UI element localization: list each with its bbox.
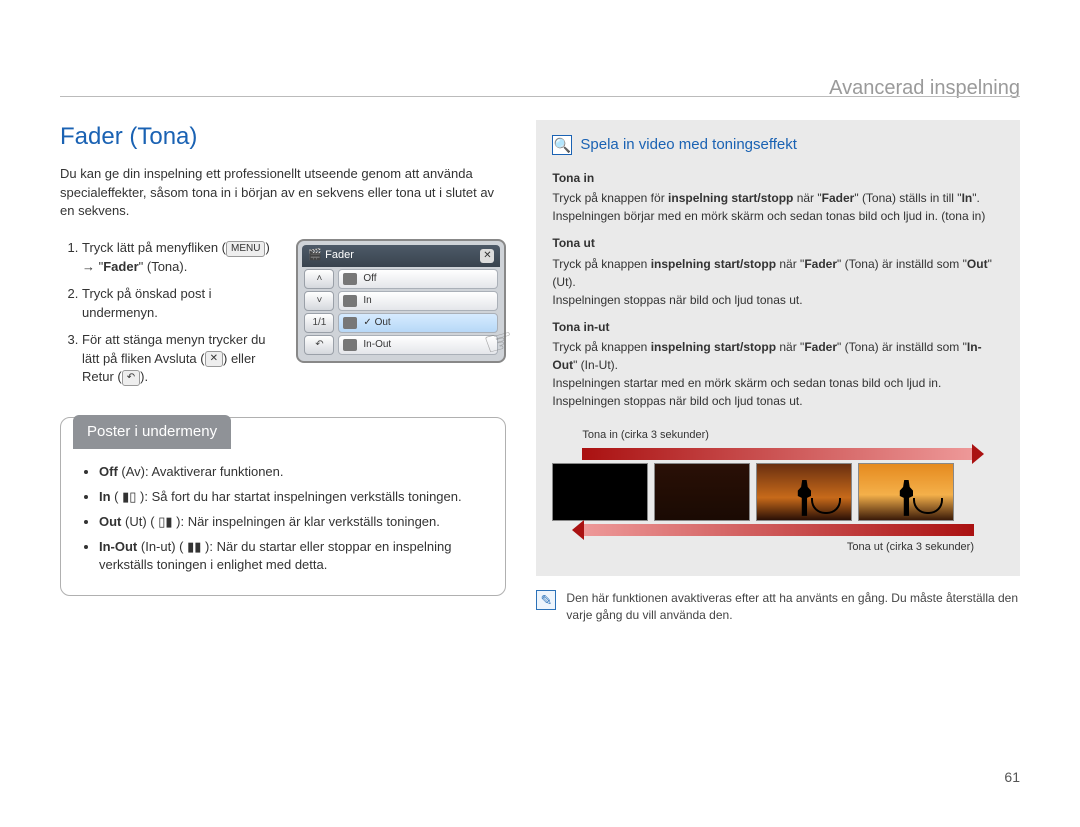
t: Fader: [822, 191, 855, 205]
section-title: Avancerad inspelning: [829, 74, 1020, 103]
submenu-io-text1: (In-ut) ( ▮▮ ):: [137, 539, 216, 554]
ui-title-text: Fader: [325, 249, 354, 261]
submenu-box: Poster i undermeny Off (Av): Avaktiverar…: [60, 417, 506, 596]
t: " (Tona) ställs in till ": [854, 191, 961, 205]
ui-back-button[interactable]: ↶: [304, 335, 334, 355]
submenu-in-text: ( ▮▯ ): Så fort du har startat inspelnin…: [111, 489, 462, 504]
magnifier-icon: 🔍: [552, 135, 572, 155]
t: inspelning start/stopp: [651, 257, 776, 271]
submenu-item-off: Off (Av): Avaktiverar funktionen.: [99, 463, 487, 482]
step-1-text-a: Tryck lätt på menyfliken (: [82, 240, 226, 255]
tona-io-text: Tryck på knappen inspelning start/stopp …: [552, 338, 1004, 374]
submenu-in-bold: In: [99, 489, 111, 504]
camera-menu-screenshot: 🎬 Fader ✕ ˄ ˅ 1/1 ↶ Off In ✓: [296, 239, 506, 363]
t: Tryck på knappen för: [552, 191, 668, 205]
t: Fader: [804, 257, 837, 271]
t: " (Tona) är inställd som ": [837, 257, 967, 271]
intro-text: Du kan ge din inspelning ett professione…: [60, 165, 506, 222]
ui-title: 🎬 Fader: [308, 248, 354, 264]
fade-diagram: Tona in (cirka 3 sekunder) Tona ut (cirk…: [552, 428, 1004, 556]
fade-out-arrow: [582, 524, 974, 536]
t: när ": [793, 191, 821, 205]
tona-ut-text: Tryck på knappen inspelning start/stopp …: [552, 255, 1004, 291]
t: när ": [776, 257, 804, 271]
t: " (Tona) är inställd som ": [837, 340, 967, 354]
t: inspelning start/stopp: [668, 191, 793, 205]
tona-in-text: Tryck på knappen för inspelning start/st…: [552, 189, 1004, 225]
submenu-out-bold: Out: [99, 514, 121, 529]
ui-item-out-label: Out: [375, 317, 391, 328]
step-1-text-c: ": [95, 259, 103, 274]
t: när ": [776, 340, 804, 354]
toning-heading: Spela in video med toningseffekt: [580, 134, 797, 156]
step-1-text-d: " (Tona).: [139, 259, 188, 274]
t: inspelning start/stopp: [651, 340, 776, 354]
submenu-item-in: In ( ▮▯ ): Så fort du har startat inspel…: [99, 488, 487, 507]
t: Fader: [804, 340, 837, 354]
steps-list: Tryck lätt på menyfliken (MENU) → "Fader…: [60, 239, 282, 395]
page-heading: Fader (Tona): [60, 120, 506, 155]
tona-in-heading: Tona in: [552, 170, 1004, 187]
submenu-off-text: (Av): Avaktiverar funktionen.: [118, 464, 284, 479]
step-1: Tryck lätt på menyfliken (MENU) → "Fader…: [82, 239, 282, 277]
toning-box: 🔍 Spela in video med toningseffekt Tona …: [536, 120, 1020, 576]
ui-item-inout[interactable]: In-Out: [338, 335, 498, 355]
t: In: [962, 191, 973, 205]
step-3-text-c: ).: [140, 369, 148, 384]
ui-titlebar: 🎬 Fader ✕: [302, 245, 500, 267]
ui-down-button[interactable]: ˅: [304, 291, 334, 311]
step-1-text-b: ): [265, 240, 269, 255]
submenu-off-bold: Off: [99, 464, 118, 479]
submenu-tab: Poster i undermeny: [73, 415, 231, 449]
arrow-icon: →: [82, 259, 95, 274]
ui-item-off[interactable]: Off: [338, 269, 498, 289]
tona-ut-heading: Tona ut: [552, 235, 1004, 252]
submenu-out-text1: (Ut) ( ▯▮ ):: [121, 514, 187, 529]
t: Out: [967, 257, 988, 271]
submenu-item-inout: In-Out (In-ut) ( ▮▮ ): När du startar el…: [99, 538, 487, 576]
submenu-io-bold: In-Out: [99, 539, 137, 554]
close-icon: ✕: [205, 351, 223, 367]
ui-item-in[interactable]: In: [338, 291, 498, 311]
fade-out-label: Tona ut (cirka 3 sekunder): [552, 540, 974, 556]
tona-io-text2: Inspelningen startar med en mörk skärm o…: [552, 374, 1004, 410]
fade-in-arrow: [582, 448, 974, 460]
menu-icon: MENU: [226, 241, 265, 257]
t: Tryck på knappen: [552, 340, 650, 354]
thumb-full: [858, 463, 954, 521]
thumb-mid: [756, 463, 852, 521]
ui-item-out[interactable]: ✓ Out: [338, 313, 498, 333]
hand-pointer-icon: ☞: [478, 315, 520, 371]
submenu-item-out: Out (Ut) ( ▯▮ ): När inspelningen är kla…: [99, 513, 487, 532]
ui-close-icon[interactable]: ✕: [480, 249, 494, 263]
t: " (In-Ut).: [573, 358, 618, 372]
ui-up-button[interactable]: ˄: [304, 269, 334, 289]
step-1-bold: Fader: [103, 259, 138, 274]
thumb-dark: [654, 463, 750, 521]
note-icon: ✎: [536, 590, 556, 610]
thumb-black: [552, 463, 648, 521]
step-2: Tryck på önskad post i undermenyn.: [82, 285, 282, 323]
note-row: ✎ Den här funktionen avaktiveras efter a…: [536, 590, 1020, 625]
tona-ut-text2: Inspelningen stoppas när bild och ljud t…: [552, 291, 1004, 309]
step-3: För att stänga menyn trycker du lätt på …: [82, 331, 282, 388]
header-rule: [60, 96, 1020, 97]
page-number: 61: [1004, 767, 1020, 787]
fade-in-label: Tona in (cirka 3 sekunder): [582, 428, 1004, 444]
return-icon: ↶: [122, 370, 140, 386]
tona-io-heading: Tona in-ut: [552, 319, 1004, 336]
ui-page-indicator: 1/1: [304, 313, 334, 333]
note-text: Den här funktionen avaktiveras efter att…: [566, 590, 1020, 625]
t: Tryck på knappen: [552, 257, 650, 271]
submenu-out-text2: När inspelningen är klar verkställs toni…: [188, 514, 440, 529]
